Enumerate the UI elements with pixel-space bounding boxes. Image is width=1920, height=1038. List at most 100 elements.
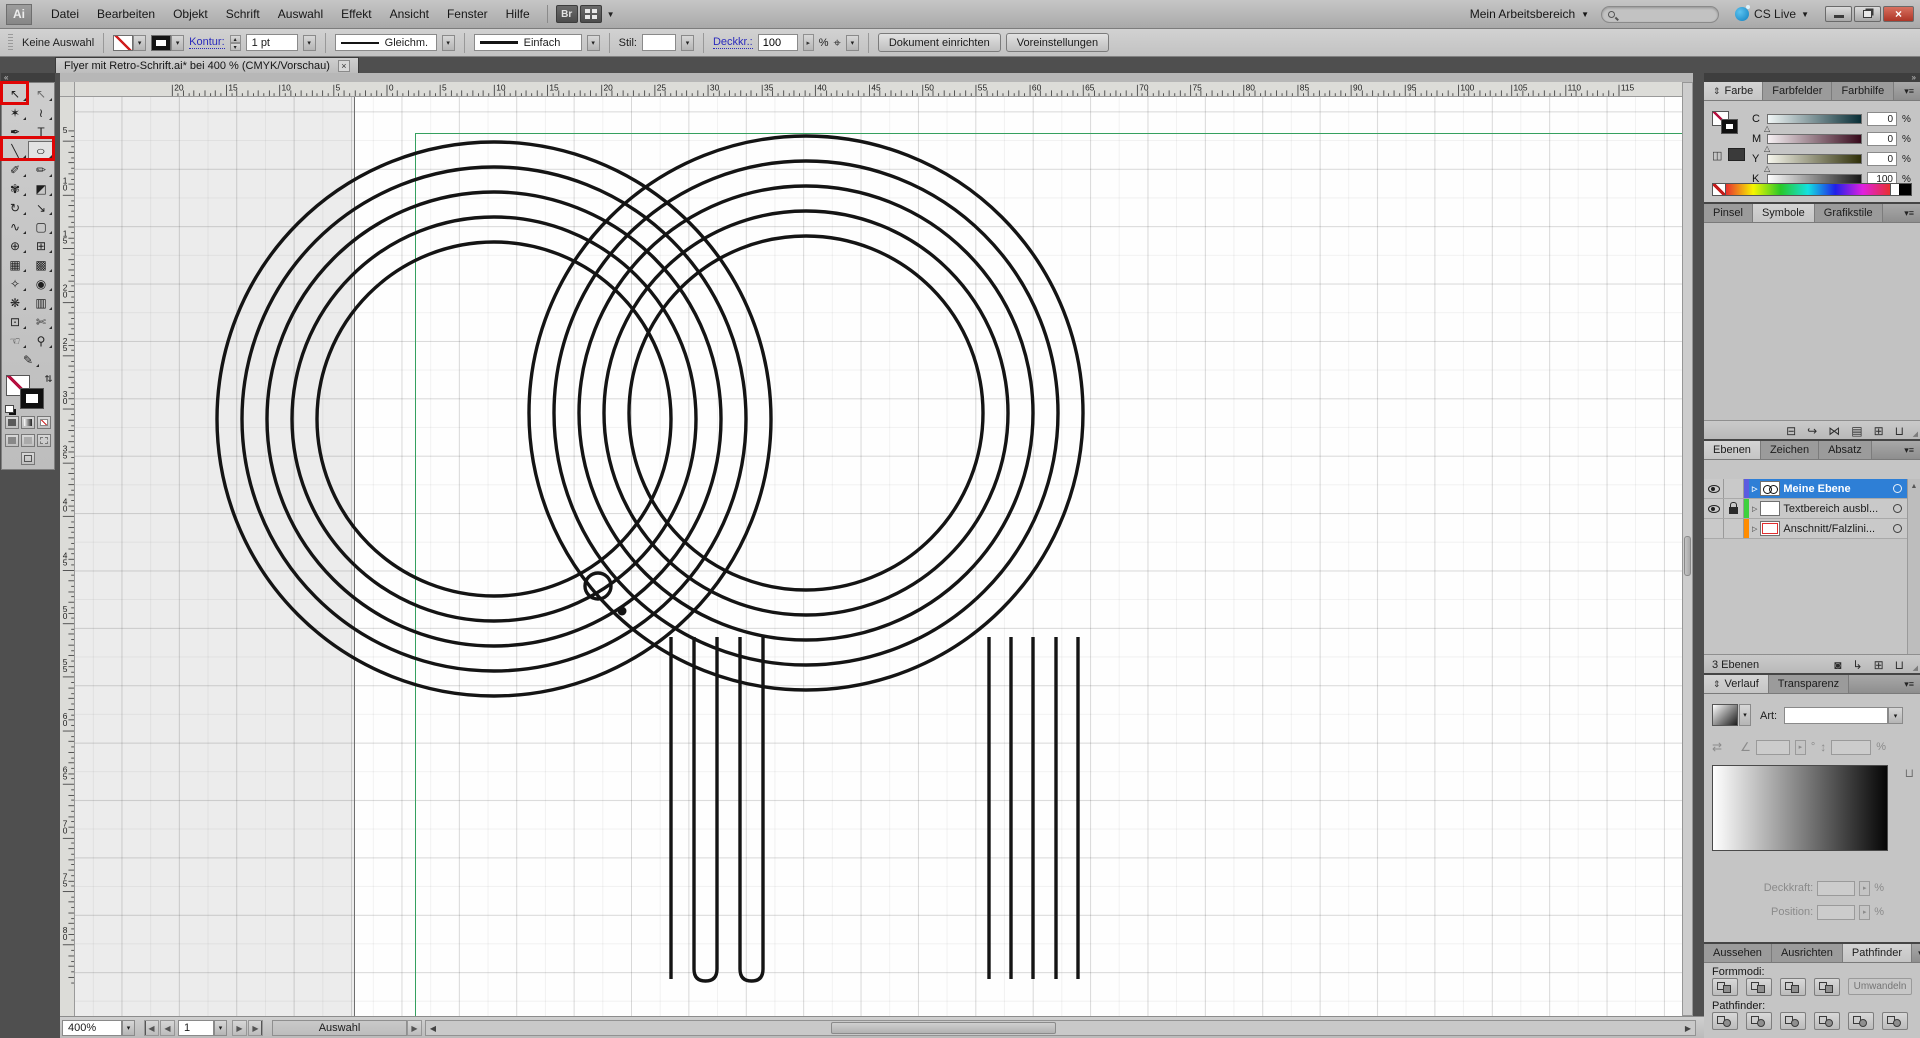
visibility-toggle[interactable] (1704, 519, 1724, 538)
draw-inside-button[interactable] (37, 434, 51, 447)
hand-tool[interactable]: ☜ (2, 331, 28, 350)
menu-objekt[interactable]: Objekt (164, 0, 217, 29)
search-input[interactable] (1619, 8, 1709, 20)
horizontal-scrollbar-thumb[interactable] (831, 1022, 1056, 1034)
chevron-down-icon[interactable]: ▼ (607, 10, 615, 19)
opacity-panel-link[interactable]: Deckkr.: (713, 36, 753, 49)
target-circle-icon[interactable] (1893, 504, 1902, 513)
layer-name[interactable]: Anschnitt/Falzlini... (1783, 523, 1890, 535)
color-preview-swatch[interactable] (1728, 148, 1745, 161)
channel-slider-m[interactable]: △ (1767, 134, 1862, 144)
slider-thumb-icon[interactable]: △ (1764, 124, 1770, 133)
tab-verlauf[interactable]: ⇕Verlauf (1704, 675, 1769, 693)
expand-layer-icon[interactable]: ▷ (1752, 525, 1757, 533)
tab-transparenz[interactable]: Transparenz (1769, 675, 1849, 693)
shape-mode-intersect-button[interactable] (1780, 978, 1806, 996)
ruler-origin-box[interactable] (60, 82, 75, 97)
tab-ebenen[interactable]: Ebenen (1704, 441, 1761, 459)
stroke-black-swatch[interactable] (151, 35, 171, 51)
lock-toggle[interactable] (1724, 479, 1744, 498)
pathfinder-trim-button[interactable] (1746, 1012, 1772, 1030)
layer-row[interactable]: ▷Meine Ebene (1704, 479, 1907, 499)
panel-grip[interactable] (8, 34, 13, 52)
first-page-button[interactable]: ◀ (144, 1020, 159, 1036)
layer-row[interactable]: ▷ Anschnitt/Falzlini... (1704, 519, 1907, 539)
spinner-icon[interactable]: ▸ (1795, 740, 1806, 755)
make-clipping-mask-icon[interactable]: ◙ (1834, 659, 1841, 671)
type-tool[interactable]: T (28, 122, 54, 141)
close-button[interactable]: × (1883, 6, 1914, 22)
stop-opacity-input[interactable] (1817, 881, 1855, 896)
artboard-tool[interactable]: ⊡ (2, 312, 28, 331)
scroll-up-icon[interactable]: ▲ (1911, 483, 1918, 490)
vertical-scrollbar[interactable] (1682, 82, 1693, 1016)
chevron-down-icon[interactable]: ▾ (587, 35, 600, 51)
layer-name[interactable]: Meine Ebene (1783, 483, 1890, 495)
layer-row[interactable]: ▷ Textbereich ausbl... (1704, 499, 1907, 519)
stroke-color-control[interactable]: ▾ (151, 35, 184, 51)
chevron-down-icon[interactable]: ▾ (133, 35, 146, 51)
tab-pinsel[interactable]: Pinsel (1704, 204, 1753, 222)
tab-aussehen[interactable]: Aussehen (1704, 944, 1772, 962)
pathfinder-divide-button[interactable] (1712, 1012, 1738, 1030)
swap-fill-stroke-icon[interactable]: ⇄ (43, 375, 54, 383)
status-display[interactable]: Auswahl (272, 1020, 407, 1036)
color-fill-stroke-proxy[interactable] (1712, 111, 1748, 141)
mesh-tool[interactable]: ▦ (2, 255, 28, 274)
shape-mode-unite-button[interactable] (1712, 978, 1738, 996)
vertical-ruler[interactable]: 5101520253035404550556065707580 (60, 97, 75, 1016)
pencil-tool[interactable]: ✏ (28, 160, 54, 179)
tab-farbfelder[interactable]: Farbfelder (1763, 82, 1832, 100)
panel-menu-icon[interactable]: ▾≡ (1898, 82, 1920, 100)
zoom-tool[interactable]: ⚲ (28, 331, 54, 350)
preferences-button[interactable]: Voreinstellungen (1006, 33, 1109, 52)
break-link-icon[interactable]: ⋈ (1828, 425, 1840, 437)
pathfinder-outline-button[interactable] (1848, 1012, 1874, 1030)
fill-color-control[interactable]: ▾ (113, 35, 146, 51)
workspace-switcher[interactable]: Mein Arbeitsbereich ▼ (1460, 3, 1599, 25)
gradient-type-select[interactable] (1784, 707, 1888, 724)
layer-name[interactable]: Textbereich ausbl... (1783, 503, 1890, 515)
opacity-input[interactable] (758, 34, 798, 51)
pen-tool[interactable]: ✒ (2, 122, 28, 141)
zoom-dropdown-icon[interactable]: ▾ (122, 1020, 135, 1036)
pathfinder-crop-button[interactable] (1814, 1012, 1840, 1030)
none-mode-button[interactable] (37, 416, 51, 429)
next-page-button[interactable]: ▶ (232, 1020, 247, 1036)
web-color-warning-icon[interactable]: ◫ (1712, 149, 1722, 162)
lock-toggle[interactable] (1724, 519, 1744, 538)
last-page-button[interactable]: ▶ (248, 1020, 263, 1036)
width-tool[interactable]: ∿ (2, 217, 28, 236)
graph-tool[interactable]: ▥ (28, 293, 54, 312)
expand-layer-icon[interactable]: ▷ (1752, 505, 1757, 513)
draw-normal-button[interactable] (5, 434, 19, 447)
tab-farbhilfe[interactable]: Farbhilfe (1832, 82, 1894, 100)
gradient-aspect-input[interactable] (1831, 740, 1871, 755)
menu-effekt[interactable]: Effekt (332, 0, 380, 29)
scroll-right-icon[interactable]: ▶ (1681, 1022, 1695, 1034)
delete-stop-icon[interactable]: ⊔ (1905, 766, 1914, 780)
page-dropdown-icon[interactable]: ▾ (214, 1020, 227, 1036)
stepper-down-icon[interactable]: ▾ (230, 43, 241, 51)
shape-mode-minus-front-button[interactable] (1746, 978, 1772, 996)
free-transform-tool[interactable]: ▢ (28, 217, 54, 236)
page-number-select[interactable]: 1 (178, 1020, 214, 1036)
slider-thumb-icon[interactable]: △ (1764, 144, 1770, 153)
fill-none-swatch[interactable] (113, 35, 133, 51)
selection-tool[interactable]: ↖ (2, 84, 28, 103)
width-profile-select[interactable]: Gleichm. (335, 34, 437, 51)
chevron-down-icon[interactable]: ▾ (846, 35, 859, 51)
spinner-icon[interactable]: ▸ (1859, 905, 1870, 920)
tab-pathfinder[interactable]: Pathfinder (1843, 944, 1912, 962)
gradient-tool[interactable]: ▩ (28, 255, 54, 274)
channel-slider-y[interactable]: △ (1767, 154, 1862, 164)
arrange-documents-button[interactable] (580, 5, 602, 23)
layer-thumbnail[interactable] (1760, 501, 1780, 516)
scroll-left-icon[interactable]: ◀ (426, 1022, 440, 1034)
magic-wand-tool[interactable]: ✶ (2, 103, 28, 122)
menu-ansicht[interactable]: Ansicht (381, 0, 438, 29)
tab-symbole[interactable]: Symbole (1753, 204, 1815, 222)
none-swatch[interactable] (1713, 184, 1726, 195)
stroke-panel-link[interactable]: Kontur: (189, 36, 224, 49)
symbol-libraries-icon[interactable]: ⊟ (1786, 425, 1796, 437)
